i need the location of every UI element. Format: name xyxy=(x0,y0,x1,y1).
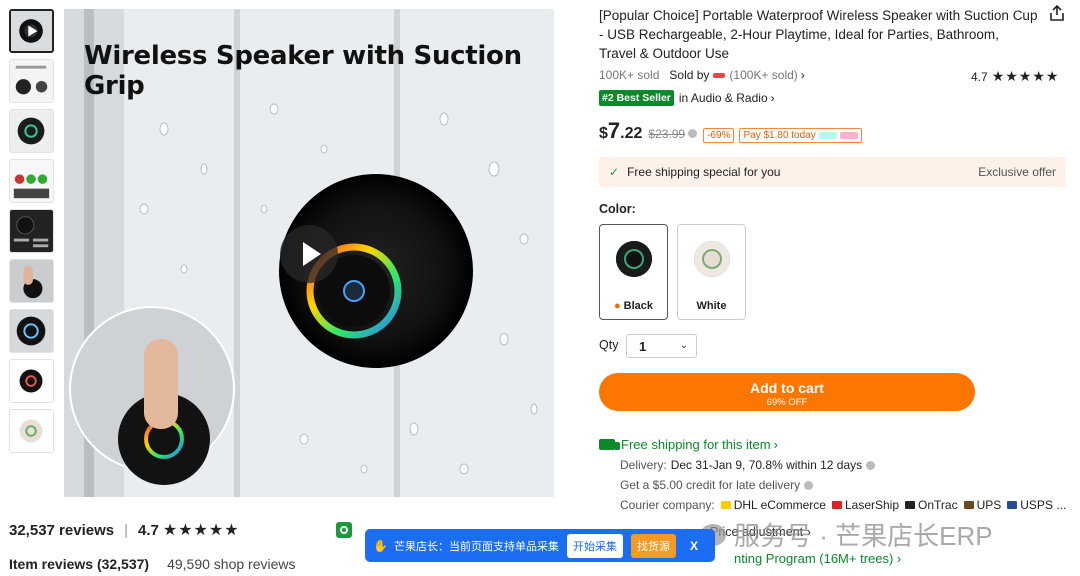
delivery-value: Dec 31-Jan 9, 70.8% within 12 days xyxy=(670,458,863,472)
flame-icon: ● xyxy=(613,300,621,312)
info-icon[interactable] xyxy=(866,460,876,470)
price-integer: 7 xyxy=(607,118,621,143)
best-seller-row[interactable]: #2 Best Seller in Audio & Radio › xyxy=(599,90,775,106)
lasership-logo-icon xyxy=(831,501,842,509)
review-rating: 4.7 xyxy=(138,521,159,539)
courier-label: Courier company: xyxy=(620,498,715,512)
chevron-right-icon: › xyxy=(773,437,778,452)
shipping-banner: ✓ Free shipping special for you Exclusiv… xyxy=(599,157,1066,187)
sold-count: 100K+ sold xyxy=(599,68,660,82)
thumb-device-front[interactable] xyxy=(9,109,54,153)
black-speaker-image xyxy=(615,241,652,277)
start-collect-button[interactable]: 开始采集 xyxy=(566,533,623,558)
sold-by-label: Sold by xyxy=(669,68,710,82)
courier-dhl: DHL eCommerce xyxy=(733,498,826,512)
separator: | xyxy=(124,521,128,539)
rating-stars: ★★★★★ xyxy=(991,68,1060,84)
extension-toolbar: ✋ 芒果店长：当前页面支持单品采集 开始采集 找货源 X xyxy=(365,529,715,562)
pay-today-badge[interactable]: Pay $1.80 today xyxy=(739,128,862,143)
thumb-speaker-close[interactable] xyxy=(9,309,54,353)
review-tabs: Item reviews (32,537) 49,590 shop review… xyxy=(9,556,296,572)
main-product-image[interactable]: Wireless Speaker with Suction Grip xyxy=(64,9,554,497)
color-option-label: ● Black xyxy=(613,300,654,312)
color-option-black[interactable]: ● Black xyxy=(599,224,668,320)
color-option-white[interactable]: White xyxy=(677,224,746,320)
best-seller-category: in Audio & Radio xyxy=(678,91,768,105)
share-icon[interactable] xyxy=(1048,4,1066,22)
product-title: [Popular Choice] Portable Waterproof Wir… xyxy=(599,8,1038,61)
add-to-cart-button[interactable]: Add to cart 69% OFF xyxy=(599,373,975,411)
discount-badge: -69% xyxy=(703,128,735,143)
original-price: $23.99 xyxy=(648,127,686,141)
price-row: $ 7 .22 $23.99 -69% Pay $1.80 today xyxy=(599,118,862,144)
add-to-cart-sub: 69% OFF xyxy=(766,397,808,408)
watermark-text: 服务号 · 芒果店长ERP xyxy=(734,521,993,551)
thumb-hand-use[interactable] xyxy=(9,259,54,303)
exclusive-offer-text: Exclusive offer xyxy=(978,165,1056,179)
delivery-line: Delivery: Dec 31-Jan 9, 70.8% within 12 … xyxy=(620,458,881,472)
hero-title: Wireless Speaker with Suction Grip xyxy=(84,41,522,101)
best-seller-badge: #2 Best Seller xyxy=(599,90,674,106)
late-credit-text: Get a $5.00 credit for late delivery xyxy=(620,478,801,492)
toolbar-text: 芒果店长：当前页面支持单品采集 xyxy=(393,540,559,553)
info-icon[interactable] xyxy=(804,480,814,490)
watermark: 服务号 · 芒果店长ERP xyxy=(700,516,993,553)
late-credit-line: Get a $5.00 credit for late delivery xyxy=(620,478,819,492)
tab-shop-reviews[interactable]: 49,590 shop reviews xyxy=(167,556,295,572)
pay-today-text: Pay $1.80 today xyxy=(743,130,816,141)
reviews-summary: 32,537 reviews | 4.7 ★★★★★ xyxy=(9,520,240,540)
qty-label: Qty xyxy=(599,338,619,352)
white-speaker-image xyxy=(693,241,730,277)
thumbnail-strip xyxy=(9,9,55,459)
courier-lasership: LaserShip xyxy=(844,498,900,512)
color-label: Color: xyxy=(599,202,636,216)
play-video-button[interactable] xyxy=(280,225,338,283)
free-shipping-text: Free shipping for this item xyxy=(621,437,771,452)
price-currency: $ xyxy=(599,125,608,142)
quantity-value: 1 xyxy=(639,338,647,354)
thumb-product-details[interactable] xyxy=(9,59,54,103)
free-shipping-link[interactable]: Free shipping for this item › xyxy=(599,437,778,452)
truck-icon xyxy=(599,439,620,450)
afterpay-icon xyxy=(818,132,837,139)
courier-ups: UPS xyxy=(976,498,1002,512)
thumb-white-variant[interactable] xyxy=(9,409,54,453)
price-decimal: .22 xyxy=(620,125,643,142)
thumb-features[interactable] xyxy=(9,209,54,253)
thumb-black-variant[interactable] xyxy=(9,359,54,403)
product-rating[interactable]: 4.7 ★★★★★ xyxy=(971,68,1059,85)
green-badge-icon xyxy=(336,522,352,538)
chevron-down-icon: ⌄ xyxy=(679,340,688,351)
thumb-video[interactable] xyxy=(9,9,54,53)
courier-line: Courier company: DHL eCommerce LaserShip… xyxy=(620,498,1066,512)
rating-value: 4.7 xyxy=(971,69,988,84)
courier-ontrac: OnTrac xyxy=(918,498,958,512)
info-icon[interactable] xyxy=(688,129,698,138)
ontrac-logo-icon xyxy=(905,501,916,509)
seller-logo-icon[interactable] xyxy=(713,72,726,78)
color-option-label: White xyxy=(696,300,727,312)
seller-sold-count[interactable]: (100K+ sold) xyxy=(729,68,797,82)
courier-usps: USPS ... xyxy=(1020,498,1067,512)
ups-logo-icon xyxy=(963,501,974,509)
hand-icon: ✋ xyxy=(373,538,388,553)
find-source-button[interactable]: 找货源 xyxy=(630,533,676,558)
tree-planting-link[interactable]: nting Program (16M+ trees) › xyxy=(734,551,901,566)
klarna-icon xyxy=(839,132,858,139)
add-to-cart-label: Add to cart xyxy=(750,380,824,396)
sales-meta: 100K+ sold Sold by (100K+ sold) › xyxy=(599,68,805,82)
review-stars: ★★★★★ xyxy=(162,522,240,539)
close-icon[interactable]: X xyxy=(690,539,698,553)
delivery-label: Delivery: xyxy=(620,458,667,472)
shipping-banner-text: Free shipping special for you xyxy=(627,165,781,179)
chevron-right-icon: › xyxy=(800,68,805,82)
dhl-logo-icon xyxy=(720,501,731,509)
chevron-right-icon: › xyxy=(770,91,775,105)
usps-logo-icon xyxy=(1007,501,1018,509)
quantity-select[interactable]: 1 ⌄ xyxy=(626,334,697,358)
review-count[interactable]: 32,537 reviews xyxy=(9,522,114,539)
check-icon: ✓ xyxy=(609,165,620,179)
tab-item-reviews[interactable]: Item reviews (32,537) xyxy=(9,556,149,572)
thumb-usage-grid[interactable] xyxy=(9,159,54,203)
